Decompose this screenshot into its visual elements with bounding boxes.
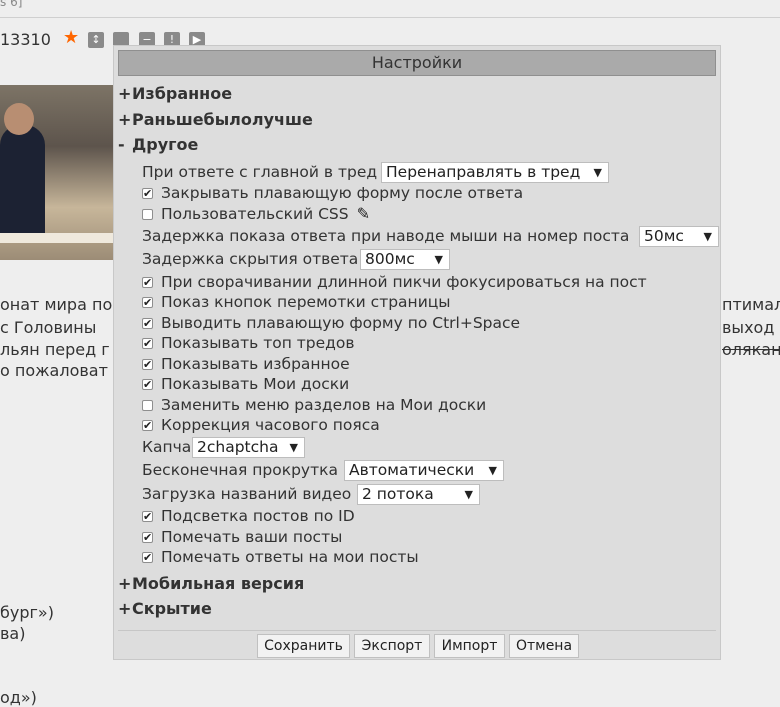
post-right-3: олякан	[722, 340, 780, 359]
mark-posts-option[interactable]: Помечать ваши посты	[142, 527, 342, 548]
infinite-scroll-select[interactable]: Автоматически ▼	[344, 460, 504, 481]
ctrl-space-option[interactable]: Выводить плавающую форму по Ctrl+Space	[142, 313, 520, 334]
chevron-down-icon: ▼	[593, 166, 602, 179]
timezone-checkbox[interactable]	[142, 416, 153, 436]
chevron-down-icon: ▼	[703, 230, 712, 243]
post-line-4: о пожаловат	[0, 361, 108, 380]
show-favorites-checkbox[interactable]	[142, 355, 153, 375]
reply-main-label: При ответе с главной в тред	[142, 163, 378, 181]
post-bottom-1: бург»)	[0, 603, 54, 622]
highlight-id-checkbox[interactable]	[142, 507, 153, 527]
close-float-checkbox[interactable]	[142, 184, 153, 204]
hover-delay-label: Задержка показа ответа при наводе мыши н…	[142, 227, 630, 245]
page-top-bar: s 6]	[0, 0, 780, 18]
post-bottom-2: ва)	[0, 624, 26, 643]
hover-delay-select[interactable]: 50мс ▼	[639, 226, 719, 247]
section-hiding[interactable]: +Скрытие	[118, 599, 212, 618]
show-my-boards-option[interactable]: Показывать Мои доски	[142, 374, 349, 395]
captcha-select[interactable]: 2chaptcha ▼	[192, 437, 305, 458]
settings-title[interactable]: Настройки	[118, 50, 716, 76]
post-right-1: птимал	[722, 295, 780, 314]
section-oldschool[interactable]: +Раньшебылолучше	[118, 110, 313, 129]
settings-modal: Настройки +Избранное +Раньшебылолучше -Д…	[113, 45, 721, 660]
highlight-id-option[interactable]: Подсветка постов по ID	[142, 506, 355, 527]
scroll-buttons-checkbox[interactable]	[142, 293, 153, 313]
top-threads-checkbox[interactable]	[142, 334, 153, 354]
close-float-option[interactable]: Закрывать плавающую форму после ответа	[142, 183, 523, 204]
top-threads-option[interactable]: Показывать топ тредов	[142, 333, 355, 354]
thumbnail-head	[4, 103, 34, 135]
thumbnail-strip	[0, 233, 113, 243]
edit-pencil-icon[interactable]: ✎	[357, 204, 370, 224]
expand-icon[interactable]: ↕	[88, 32, 104, 48]
show-my-boards-checkbox[interactable]	[142, 375, 153, 395]
focus-post-checkbox[interactable]	[142, 273, 153, 293]
section-favorites[interactable]: +Избранное	[118, 84, 232, 103]
post-right-2: выход	[722, 318, 775, 337]
video-titles-label: Загрузка названий видео	[142, 485, 352, 503]
infinite-scroll-label: Бесконечная прокрутка	[142, 461, 338, 479]
post-bottom-3: од»)	[0, 688, 37, 707]
custom-css-checkbox[interactable]	[142, 209, 153, 220]
mark-replies-option[interactable]: Помечать ответы на мои посты	[142, 547, 419, 568]
captcha-label: Капча	[142, 438, 192, 456]
favorite-star-icon[interactable]: ★	[63, 29, 79, 47]
post-line-2: с Головины	[0, 318, 97, 337]
section-other[interactable]: - Другое	[118, 135, 198, 154]
reply-main-select[interactable]: Перенаправлять в тред ▼	[381, 162, 609, 183]
chevron-down-icon: ▼	[488, 464, 497, 477]
chevron-down-icon: ▼	[289, 441, 298, 454]
import-button[interactable]: Импорт	[434, 634, 505, 658]
post-thumbnail[interactable]	[0, 85, 113, 260]
replace-menu-option[interactable]: Заменить меню разделов на Мои доски	[142, 395, 486, 415]
export-button[interactable]: Экспорт	[354, 634, 430, 658]
replace-menu-checkbox[interactable]	[142, 400, 153, 411]
chevron-down-icon: ▼	[434, 253, 443, 266]
cancel-button[interactable]: Отмена	[509, 634, 579, 658]
focus-post-option[interactable]: При сворачивании длинной пикчи фокусиров…	[142, 272, 647, 293]
show-favorites-option[interactable]: Показывать избранное	[142, 354, 350, 375]
video-titles-select[interactable]: 2 потока ▼	[357, 484, 480, 505]
hide-delay-label: Задержка скрытия ответа	[142, 250, 359, 268]
scroll-buttons-option[interactable]: Показ кнопок перемотки страницы	[142, 292, 451, 313]
hide-delay-select[interactable]: 800мс ▼	[360, 249, 450, 270]
top-fragment: s 6]	[0, 0, 23, 9]
section-mobile[interactable]: +Мобильная версия	[118, 574, 304, 593]
chevron-down-icon: ▼	[464, 488, 473, 501]
mark-replies-checkbox[interactable]	[142, 548, 153, 568]
footer-divider	[118, 630, 716, 631]
thumbnail-figure	[0, 125, 45, 235]
ctrl-space-checkbox[interactable]	[142, 314, 153, 334]
custom-css-option[interactable]: Пользовательский CSS ✎	[142, 204, 370, 224]
post-number[interactable]: 13310	[0, 30, 51, 49]
save-button[interactable]: Сохранить	[257, 634, 350, 658]
post-line-3: льян перед г	[0, 340, 110, 359]
mark-posts-checkbox[interactable]	[142, 528, 153, 548]
post-line-1: онат мира по	[0, 295, 113, 314]
timezone-option[interactable]: Коррекция часового пояса	[142, 415, 380, 436]
